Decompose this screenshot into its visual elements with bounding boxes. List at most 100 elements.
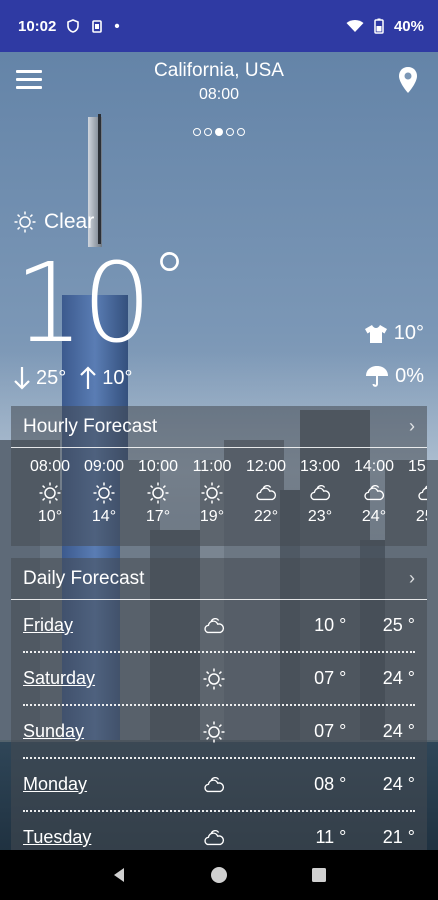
day-low-temp: 08 °: [314, 774, 347, 794]
location-time: 08:00: [198, 86, 240, 103]
hourly-item: 08:00 10°: [23, 458, 77, 526]
daily-row[interactable]: Saturday 07 ° 24 °: [23, 653, 415, 706]
sun-icon: [203, 721, 225, 742]
precipitation-value: 0%: [395, 364, 424, 387]
feels-like: 10°: [364, 322, 424, 345]
sun-icon: [203, 668, 225, 689]
feels-like-value: 10°: [393, 322, 424, 344]
day-name[interactable]: Saturday: [23, 668, 203, 689]
hourly-time: 10:00: [137, 458, 179, 475]
day-high-temp: 25 °: [382, 615, 415, 635]
day-name[interactable]: Sunday: [23, 721, 203, 742]
daily-list: Friday 10 ° 25 ° Saturday 07 ° 24 ° Sunday 07 °…: [11, 600, 427, 850]
umbrella-icon: [366, 366, 389, 387]
page-dot[interactable]: [193, 128, 201, 136]
current-condition: Clear: [14, 210, 94, 234]
arrow-down-icon: [14, 367, 30, 390]
hourly-item: 09:00 14°: [77, 458, 131, 526]
daily-row[interactable]: Tuesday 11 ° 21 °: [23, 812, 415, 850]
hourly-time: 09:00: [83, 458, 125, 475]
arrow-up-icon: [80, 366, 97, 389]
daily-row[interactable]: Monday 08 ° 24 °: [23, 759, 415, 812]
page-dot[interactable]: [204, 128, 212, 136]
page-dot[interactable]: [237, 128, 245, 136]
hourly-forecast-panel: Hourly Forecast › 08:00 10° 09:00 14° 10:00 1…: [11, 406, 427, 546]
status-time: 10:02: [18, 17, 57, 35]
page-dot[interactable]: [226, 128, 234, 136]
day-high-temp: 24 °: [382, 668, 415, 688]
hourly-item: 11:00 19°: [185, 458, 239, 526]
condition-label: Clear: [44, 210, 95, 233]
hourly-temp: 10°: [37, 508, 63, 525]
min-max-temperature: 25° 10°: [12, 365, 133, 391]
hourly-time: 15:00: [407, 458, 427, 475]
home-icon[interactable]: [209, 865, 229, 885]
partly-cloudy-icon: [364, 485, 385, 501]
day-name[interactable]: Monday: [23, 774, 203, 795]
current-temperature: 10°: [14, 244, 187, 358]
hourly-temp: 22°: [253, 508, 279, 525]
partly-cloudy-icon: [418, 485, 427, 501]
clipboard-icon: [92, 20, 103, 33]
back-icon[interactable]: [110, 866, 128, 884]
max-temp: 10°: [102, 366, 133, 389]
hourly-temp: 24°: [361, 508, 387, 525]
hourly-item: 13:00 23°: [293, 458, 347, 526]
shirt-icon: [364, 324, 387, 343]
status-dot: •: [114, 17, 120, 35]
hourly-time: 14:00: [353, 458, 395, 475]
hourly-temp: 25°: [415, 508, 427, 525]
daily-forecast-header[interactable]: Daily Forecast ›: [11, 558, 427, 600]
day-name[interactable]: Tuesday: [23, 827, 203, 848]
min-temp: 25°: [36, 366, 67, 389]
shield-icon: [67, 19, 80, 33]
day-high-temp: 24 °: [382, 774, 415, 794]
day-low-temp: 07 °: [314, 668, 347, 688]
location-title[interactable]: California, USA: [0, 60, 438, 82]
temperature-value: 10: [14, 239, 152, 367]
hourly-list[interactable]: 08:00 10° 09:00 14° 10:00 17° 11:00 19° 12:00 22°…: [11, 458, 427, 526]
daily-forecast-panel: Daily Forecast › Friday 10 ° 25 ° Saturday 0…: [11, 558, 427, 850]
header: California, USA 08:00: [0, 58, 438, 118]
hourly-temp: 23°: [307, 508, 333, 525]
sun-icon: [39, 482, 61, 504]
status-bar: 10:02 • 40%: [0, 0, 438, 52]
hourly-item: 14:00 24°: [347, 458, 401, 526]
battery-percent: 40%: [393, 17, 424, 35]
hourly-forecast-header[interactable]: Hourly Forecast ›: [11, 406, 427, 448]
daily-row[interactable]: Sunday 07 ° 24 °: [23, 706, 415, 759]
precipitation: 0%: [365, 364, 424, 388]
wifi-icon: [346, 20, 364, 32]
partly-cloudy-icon: [204, 776, 225, 792]
recents-icon[interactable]: [310, 866, 328, 884]
day-low-temp: 11 °: [315, 827, 347, 847]
hourly-temp: 19°: [199, 508, 225, 525]
page-dot-active[interactable]: [215, 128, 223, 136]
partly-cloudy-icon: [310, 485, 331, 501]
location-pin-icon[interactable]: [398, 66, 418, 94]
daily-row[interactable]: Friday 10 ° 25 °: [23, 600, 415, 653]
hourly-time: 12:00: [245, 458, 287, 475]
hourly-temp: 17°: [145, 508, 171, 525]
navigation-bar: [0, 850, 438, 900]
partly-cloudy-icon: [204, 829, 225, 845]
day-high-temp: 21 °: [382, 827, 415, 847]
hourly-forecast-title: Hourly Forecast: [23, 415, 158, 437]
partly-cloudy-icon: [204, 617, 225, 633]
day-low-temp: 07 °: [314, 721, 347, 741]
hourly-item: 10:00 17°: [131, 458, 185, 526]
hourly-time: 11:00: [192, 458, 232, 475]
battery-icon: [374, 18, 384, 34]
hourly-item: 15:00 25°: [401, 458, 427, 526]
sun-icon: [93, 482, 115, 504]
hourly-item: 12:00 22°: [239, 458, 293, 526]
sun-icon: [14, 211, 36, 233]
sun-icon: [201, 482, 223, 504]
degree-symbol: °: [151, 238, 187, 320]
day-name[interactable]: Friday: [23, 615, 203, 636]
chevron-right-icon: ›: [409, 416, 415, 436]
hourly-time: 13:00: [299, 458, 341, 475]
partly-cloudy-icon: [256, 485, 277, 501]
hourly-temp: 14°: [91, 508, 117, 525]
day-low-temp: 10 °: [314, 615, 347, 635]
